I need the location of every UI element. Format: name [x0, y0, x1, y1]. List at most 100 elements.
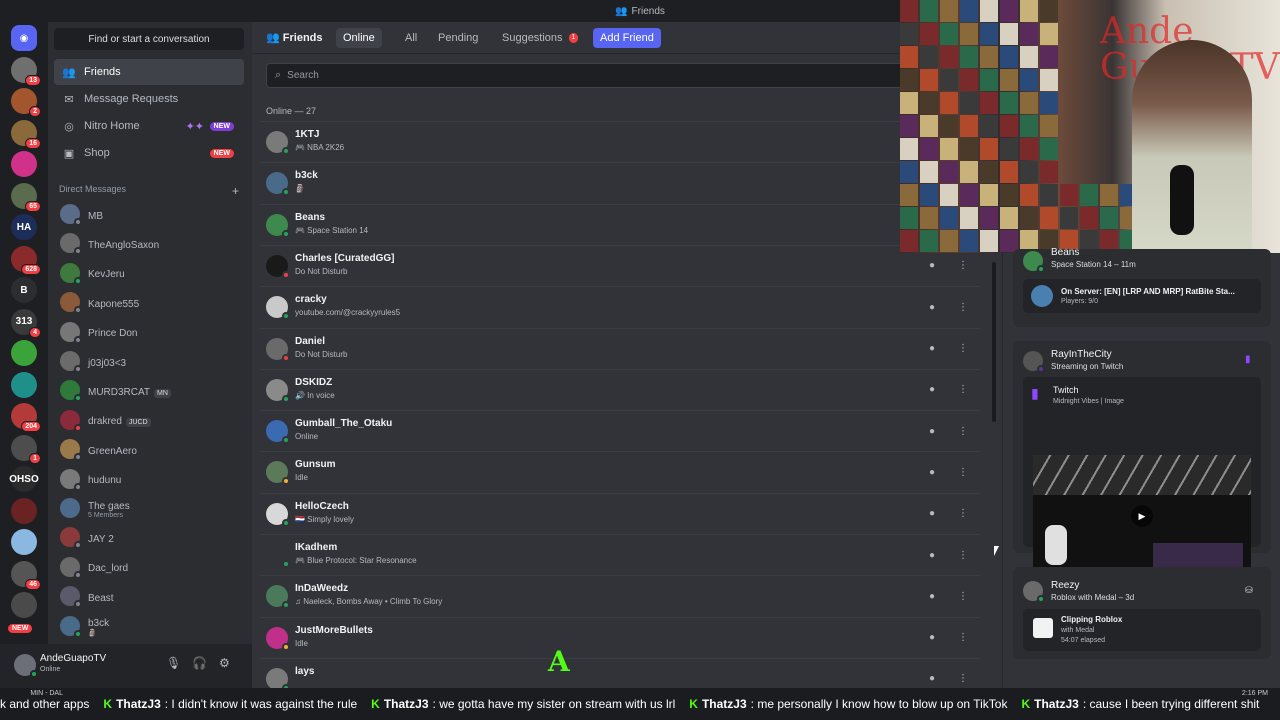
poster-tile: [940, 92, 958, 114]
dm-item[interactable]: Kapone555: [54, 288, 244, 316]
headphones-icon[interactable]: 🎧: [192, 656, 207, 670]
more-options-icon[interactable]: ⋮: [954, 340, 972, 358]
user-avatar[interactable]: [14, 654, 38, 678]
poster-tile: [1060, 207, 1078, 229]
find-conversation-button[interactable]: Find or start a conversation: [54, 28, 244, 50]
server-icon[interactable]: 46: [11, 560, 41, 590]
search-input[interactable]: [287, 70, 888, 81]
message-icon[interactable]: ●: [923, 587, 941, 605]
settings-gear-icon[interactable]: ⚙: [219, 656, 230, 670]
friend-row[interactable]: InDaWeedz ♫ Naeleck, Bombs Away • Climb T…: [260, 575, 980, 615]
dm-item[interactable]: hudunu: [54, 465, 244, 493]
server-icon[interactable]: 2: [11, 88, 41, 117]
status-dot: [282, 270, 290, 279]
friend-activity: Online: [295, 432, 319, 442]
more-options-icon[interactable]: ⋮: [954, 422, 972, 440]
dm-item[interactable]: MURD3RCAT MN: [54, 376, 244, 404]
server-icon[interactable]: 16: [11, 119, 41, 149]
more-options-icon[interactable]: ⋮: [954, 670, 972, 688]
more-options-icon[interactable]: ⋮: [954, 298, 972, 316]
server-icon[interactable]: [11, 151, 37, 177]
dm-item[interactable]: Dac_lord: [54, 553, 244, 581]
server-icon[interactable]: HA: [11, 214, 37, 240]
server-icon[interactable]: 313 4: [11, 308, 41, 338]
message-icon[interactable]: ●: [923, 463, 941, 481]
dm-item[interactable]: b3ck 🗿: [54, 612, 244, 640]
server-icon[interactable]: [11, 371, 37, 398]
more-options-icon[interactable]: ⋮: [954, 463, 972, 481]
activity-card-reezy[interactable]: Reezy Roblox with Medal – 3d ⛁ Clipping …: [1013, 567, 1271, 659]
dm-item[interactable]: JAY 2: [54, 523, 244, 551]
sidebar-item-friends[interactable]: 👥 Friends: [54, 59, 244, 85]
home-button[interactable]: ◉: [11, 25, 37, 51]
play-icon[interactable]: ▶: [1131, 505, 1153, 527]
message-icon[interactable]: ●: [923, 381, 941, 399]
friend-row[interactable]: HelloCzech 🇳🇱 Simply lovely ● ⋮: [260, 492, 980, 533]
message-icon[interactable]: ●: [923, 670, 941, 688]
server-icon[interactable]: [11, 497, 37, 524]
message-icon[interactable]: ●: [923, 505, 941, 523]
message-icon[interactable]: ●: [923, 629, 941, 647]
friend-row[interactable]: 1KTJ 🎮 NBA 2K26: [260, 121, 980, 161]
more-options-icon[interactable]: ⋮: [954, 505, 972, 523]
tab-online[interactable]: Online: [336, 28, 382, 48]
dm-item[interactable]: drakred JUCD: [54, 406, 244, 434]
server-icon[interactable]: B: [11, 277, 37, 303]
friends-search[interactable]: ⌕: [266, 63, 926, 88]
create-dm-button[interactable]: +: [232, 184, 239, 198]
more-options-icon[interactable]: ⋮: [954, 629, 972, 647]
dm-item[interactable]: KevJeru: [54, 259, 244, 287]
tab-pending[interactable]: Pending: [431, 28, 485, 48]
game-elapsed: 54:07 elapsed: [1061, 637, 1105, 644]
more-options-icon[interactable]: ⋮: [954, 257, 972, 275]
sidebar-item-nitro-home[interactable]: ◎ Nitro Home ✦✦ NEW: [54, 113, 244, 139]
more-options-icon[interactable]: ⋮: [954, 546, 972, 564]
friend-row[interactable]: DSKIDZ 🔊 In voice ● ⋮: [260, 368, 980, 409]
friend-row[interactable]: JustMoreBullets Idle ● ⋮: [260, 616, 980, 657]
dm-item[interactable]: j03j03<3: [54, 347, 244, 375]
server-icon[interactable]: OHSO: [9, 466, 39, 492]
message-icon[interactable]: ●: [923, 298, 941, 316]
message-icon[interactable]: ●: [923, 546, 941, 564]
activity-card-rayinthecity[interactable]: RayInTheCity Streaming on Twitch ▮ ▮ Twi…: [1013, 341, 1271, 577]
message-icon[interactable]: ●: [923, 340, 941, 358]
add-friend-button[interactable]: Add Friend: [593, 28, 661, 48]
dm-item[interactable]: Prince Don: [54, 318, 244, 346]
dm-item[interactable]: MB: [54, 200, 244, 228]
tab-suggestions[interactable]: Suggestions 1: [495, 28, 585, 48]
dm-item[interactable]: The gaes 5 Members: [54, 494, 244, 522]
taskbar-tray: MIN - DAL 2:16 PM: [30, 690, 1268, 697]
friend-row[interactable]: lays ● ⋮: [260, 657, 980, 688]
sidebar-item-shop[interactable]: ▣ Shop NEW: [54, 140, 244, 166]
dm-item[interactable]: GreenAero: [54, 435, 244, 463]
server-icon[interactable]: [11, 340, 37, 366]
microphone-icon[interactable]: 🎙: [166, 656, 181, 670]
friend-row[interactable]: Daniel Do Not Disturb ● ⋮: [260, 327, 980, 368]
friend-row[interactable]: cracky youtube.com/@crackyyrules5 ● ⋮: [260, 286, 980, 326]
message-icon[interactable]: ●: [923, 422, 941, 440]
server-icon[interactable]: 1: [11, 434, 41, 464]
server-icon[interactable]: 204: [11, 403, 41, 432]
friend-row[interactable]: Charles [CuratedGG] Do Not Disturb ● ⋮: [260, 244, 980, 285]
activity-username: RayInTheCity: [1051, 349, 1112, 360]
tab-all[interactable]: All: [398, 28, 424, 48]
dm-item[interactable]: Beast: [54, 582, 244, 610]
server-icon[interactable]: 628: [11, 245, 41, 275]
message-icon[interactable]: ●: [923, 257, 941, 275]
server-icon[interactable]: 13: [11, 56, 41, 86]
friend-row[interactable]: Gumball_The_Otaku Online ● ⋮: [260, 410, 980, 450]
server-icon[interactable]: [11, 529, 37, 555]
more-options-icon[interactable]: ⋮: [954, 587, 972, 605]
friend-row[interactable]: Gunsum Idle ● ⋮: [260, 451, 980, 491]
server-icon[interactable]: 65: [11, 182, 41, 212]
activity-card-beans[interactable]: Beans Space Station 14 – 11m On Server: …: [1013, 247, 1271, 327]
dm-item[interactable]: TheAngloSaxon: [54, 229, 244, 257]
stream-preview[interactable]: ▶: [1033, 455, 1251, 577]
friend-row[interactable]: b3ck 🗿: [260, 162, 980, 202]
friends-scrollbar[interactable]: [992, 262, 996, 422]
friend-row[interactable]: Beans 🎮 Space Station 14: [260, 203, 980, 244]
more-options-icon[interactable]: ⋮: [954, 381, 972, 399]
server-icon[interactable]: [11, 592, 37, 618]
friend-row[interactable]: IKadhem 🎮 Blue Protocol: Star Resonance ● ⋮: [260, 534, 980, 574]
sidebar-item-message-requests[interactable]: ✉ Message Requests: [54, 86, 244, 112]
